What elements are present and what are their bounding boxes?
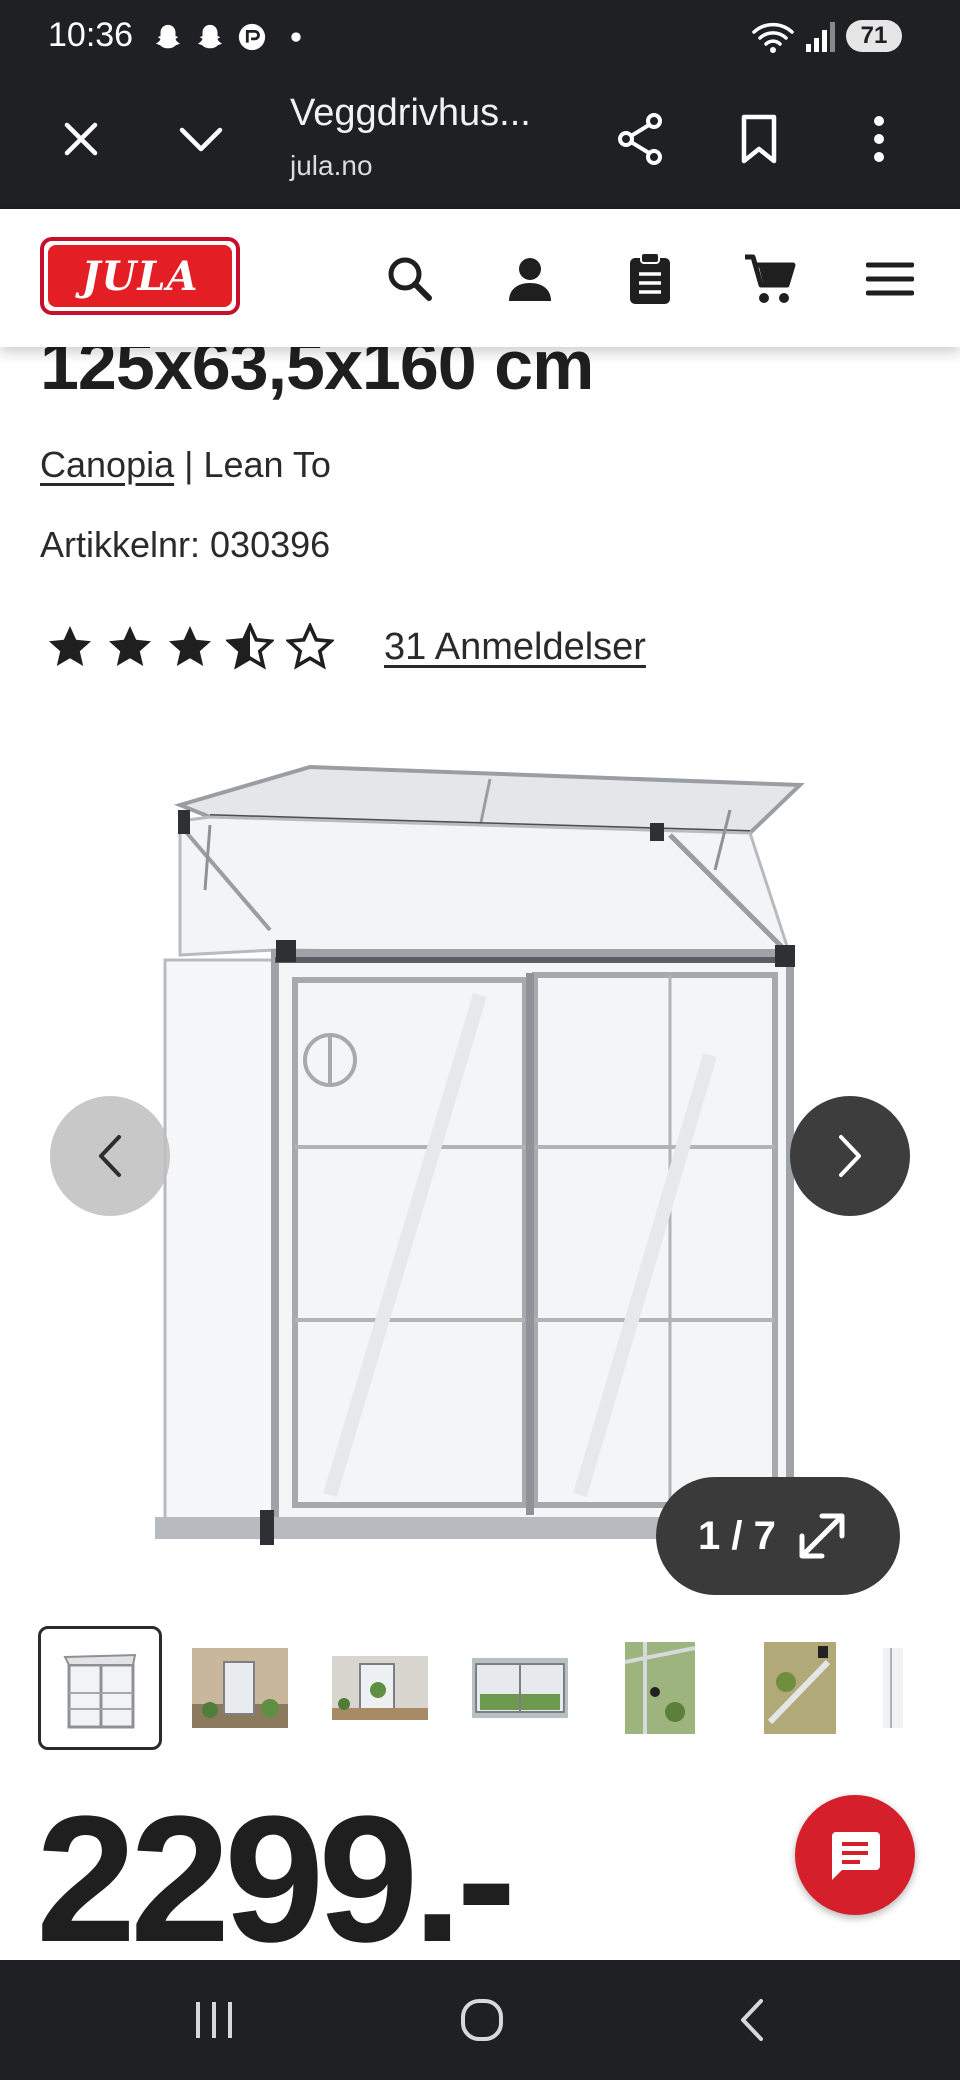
cart-icon [745,254,796,303]
menu-icon [866,262,914,296]
snapchat-icon [155,24,181,49]
series-label: | Lean To [184,444,331,485]
close-tab-button[interactable] [46,104,116,174]
brand-link[interactable]: Canopia [40,444,174,485]
shopping-list-button[interactable] [620,249,680,309]
account-button[interactable] [500,249,560,309]
minimize-button[interactable] [166,104,236,174]
logo-text: JULA [48,245,232,307]
snapchat-icon [197,24,223,49]
previous-image-button[interactable] [50,1096,170,1216]
cart-button[interactable] [740,249,800,309]
thumbnail-3[interactable] [318,1626,442,1750]
thumbnail-plants-image [472,1658,568,1718]
app-icon [238,23,266,51]
gallery-fullscreen-button[interactable]: 1 / 7 [656,1477,900,1595]
wifi-icon [752,22,794,53]
bookmark-icon [741,114,777,164]
star-half-icon [226,623,274,670]
next-image-button[interactable] [790,1096,910,1216]
site-header: JULA [0,209,960,347]
more-vert-icon [874,116,884,162]
thumbnail-garden-image [332,1656,428,1720]
clipboard-list-icon [630,252,670,304]
jula-logo[interactable]: JULA [40,237,240,315]
chat-icon [832,1832,880,1880]
search-button[interactable] [380,249,440,309]
star-full-icon [49,626,91,666]
share-icon [618,113,662,165]
account-icon [509,258,551,301]
star-empty-icon [286,623,334,670]
rating-row[interactable]: 31 Anmeldelser [46,622,646,672]
home-button[interactable] [452,1990,512,2050]
more-options-button[interactable] [844,104,914,174]
thumbnail-5[interactable] [598,1626,722,1750]
reviews-link[interactable]: 31 Anmeldelser [384,626,646,669]
thumbnail-4[interactable] [458,1626,582,1750]
home-icon [461,1999,503,2041]
back-button[interactable] [722,1990,782,2050]
thumbnail-greenhouse-image [63,1653,137,1729]
back-icon [741,1999,763,2041]
bookmark-button[interactable] [724,104,794,174]
thumbnail-6[interactable] [738,1626,862,1750]
star-full-icon [169,626,211,666]
chat-button[interactable] [795,1795,915,1915]
chevron-left-icon [99,1135,121,1177]
article-number: Artikkelnr: 030396 [40,524,331,565]
recent-apps-button[interactable] [184,1990,244,2050]
browser-toolbar: Veggdrivhus... jula.no [0,70,960,209]
status-bar: 10:36 71 [0,0,960,70]
page: 10:36 71 Veggdrivhus... jula.no JULA 125… [0,0,960,2080]
menu-button[interactable] [860,249,920,309]
thumbnail-detail-image [625,1642,695,1734]
thumbnail-detail-image [764,1642,836,1734]
battery-indicator: 71 [846,20,902,52]
thumbnail-2[interactable] [178,1626,302,1750]
brand-line: Canopia | Lean To [40,444,331,486]
price: 2299.- [36,1779,516,1980]
signal-icon [806,22,835,52]
page-title[interactable]: Veggdrivhus... [290,92,531,135]
page-url[interactable]: jula.no [290,150,373,182]
thumbnail-1[interactable] [38,1626,162,1750]
close-icon [64,122,98,156]
thumbnail-detail-image [883,1648,903,1728]
product-image-greenhouse[interactable] [150,755,810,1555]
chevron-down-icon [179,127,223,152]
system-nav-bar [0,1960,960,2080]
thumbnail-garden-image [192,1648,288,1728]
recent-apps-icon [196,2002,232,2038]
share-button[interactable] [606,104,676,174]
status-time: 10:36 [48,16,134,54]
gallery-counter: 1 / 7 [698,1513,776,1558]
dot-icon [291,32,301,42]
thumbnail-strip [38,1626,938,1750]
chevron-right-icon [839,1135,861,1177]
expand-icon [799,1513,845,1559]
search-icon [388,257,432,301]
star-full-icon [109,626,151,666]
thumbnail-7[interactable] [878,1626,908,1750]
